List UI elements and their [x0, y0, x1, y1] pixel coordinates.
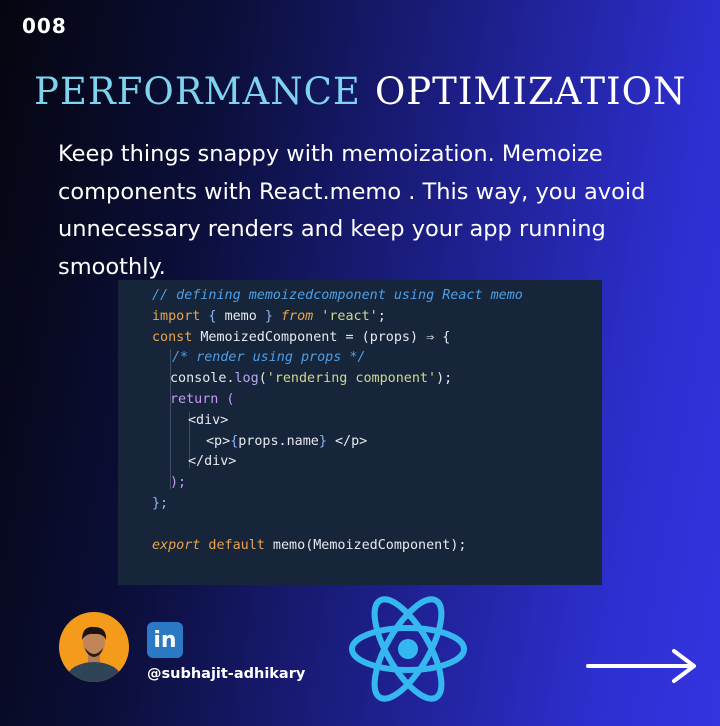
code-punctuation: (	[258, 371, 267, 387]
author-handle: @subhajit-adhikary	[147, 666, 306, 682]
code-comment: // defining memoizedcomponent using Reac…	[152, 288, 523, 303]
code-identifier: memo	[224, 308, 257, 324]
code-brace: {	[200, 308, 225, 324]
code-line-4: /* render using props */	[152, 348, 602, 369]
code-punctuation: );	[450, 537, 467, 553]
code-punctuation: .	[226, 371, 235, 387]
code-function: memo	[264, 537, 306, 553]
code-identifier: props	[369, 329, 410, 345]
code-comment: /* render using props */	[172, 350, 366, 366]
code-line-3: const MemoizedComponent = (props) ⇒ {	[152, 328, 602, 349]
code-line-9: </div>	[152, 452, 602, 473]
code-keyword: export	[152, 537, 201, 553]
react-logo-icon	[349, 596, 467, 702]
code-identifier: MemoizedComponent	[192, 329, 346, 345]
code-brace: }	[318, 433, 327, 449]
code-keyword: return	[170, 391, 219, 407]
title-plain: OPTIMIZATION	[374, 70, 687, 113]
code-line-10: );	[152, 473, 602, 494]
code-string: 'rendering component'	[266, 371, 437, 387]
code-punctuation: );	[436, 371, 453, 387]
avatar-portrait	[67, 626, 121, 682]
code-jsx-tag: <div>	[188, 412, 229, 428]
code-keyword: from	[281, 308, 314, 324]
code-expression: props.name	[238, 433, 319, 449]
code-line-13: export default memo(MemoizedComponent);	[152, 536, 602, 557]
code-identifier: console	[170, 371, 227, 387]
code-punctuation: = (	[345, 329, 370, 345]
page-title: PERFORMANCE OPTIMIZATION	[34, 70, 704, 113]
code-punctuation: ;	[377, 308, 386, 324]
code-function: log	[234, 371, 259, 387]
code-line-11: };	[152, 494, 602, 515]
arrow-right-icon[interactable]	[584, 646, 700, 686]
code-punctuation: (	[218, 391, 235, 407]
title-accent: PERFORMANCE	[34, 70, 361, 113]
code-keyword: default	[200, 537, 265, 553]
code-snippet: // defining memoizedcomponent using Reac…	[118, 280, 602, 585]
code-keyword: import	[152, 308, 201, 324]
code-line-2: import { memo } from 'react';	[152, 307, 602, 328]
code-line-1: // defining memoizedcomponent using Reac…	[152, 286, 602, 307]
code-punctuation: };	[152, 495, 169, 511]
code-identifier: MemoizedComponent	[313, 537, 451, 553]
intro-paragraph: Keep things snappy with memoization. Mem…	[58, 141, 646, 280]
avatar	[59, 612, 129, 682]
code-jsx-tag: </div>	[188, 454, 237, 470]
code-jsx-tag: </p>	[326, 433, 368, 449]
code-string: 'react'	[313, 308, 378, 324]
code-punctuation: ) ⇒ {	[410, 329, 451, 345]
code-line-8: <p>{props.name} </p>	[152, 432, 602, 453]
linkedin-icon[interactable]: in	[147, 622, 183, 658]
code-keyword: const	[152, 329, 193, 345]
code-jsx-tag: <p>	[206, 433, 231, 449]
code-line-7: <div>	[152, 411, 602, 432]
code-punctuation: );	[170, 475, 187, 491]
code-line-6: return (	[152, 390, 602, 411]
code-brace: }	[256, 308, 281, 324]
code-line-5: console.log('rendering component');	[152, 369, 602, 390]
slide-number: 008	[22, 14, 67, 38]
